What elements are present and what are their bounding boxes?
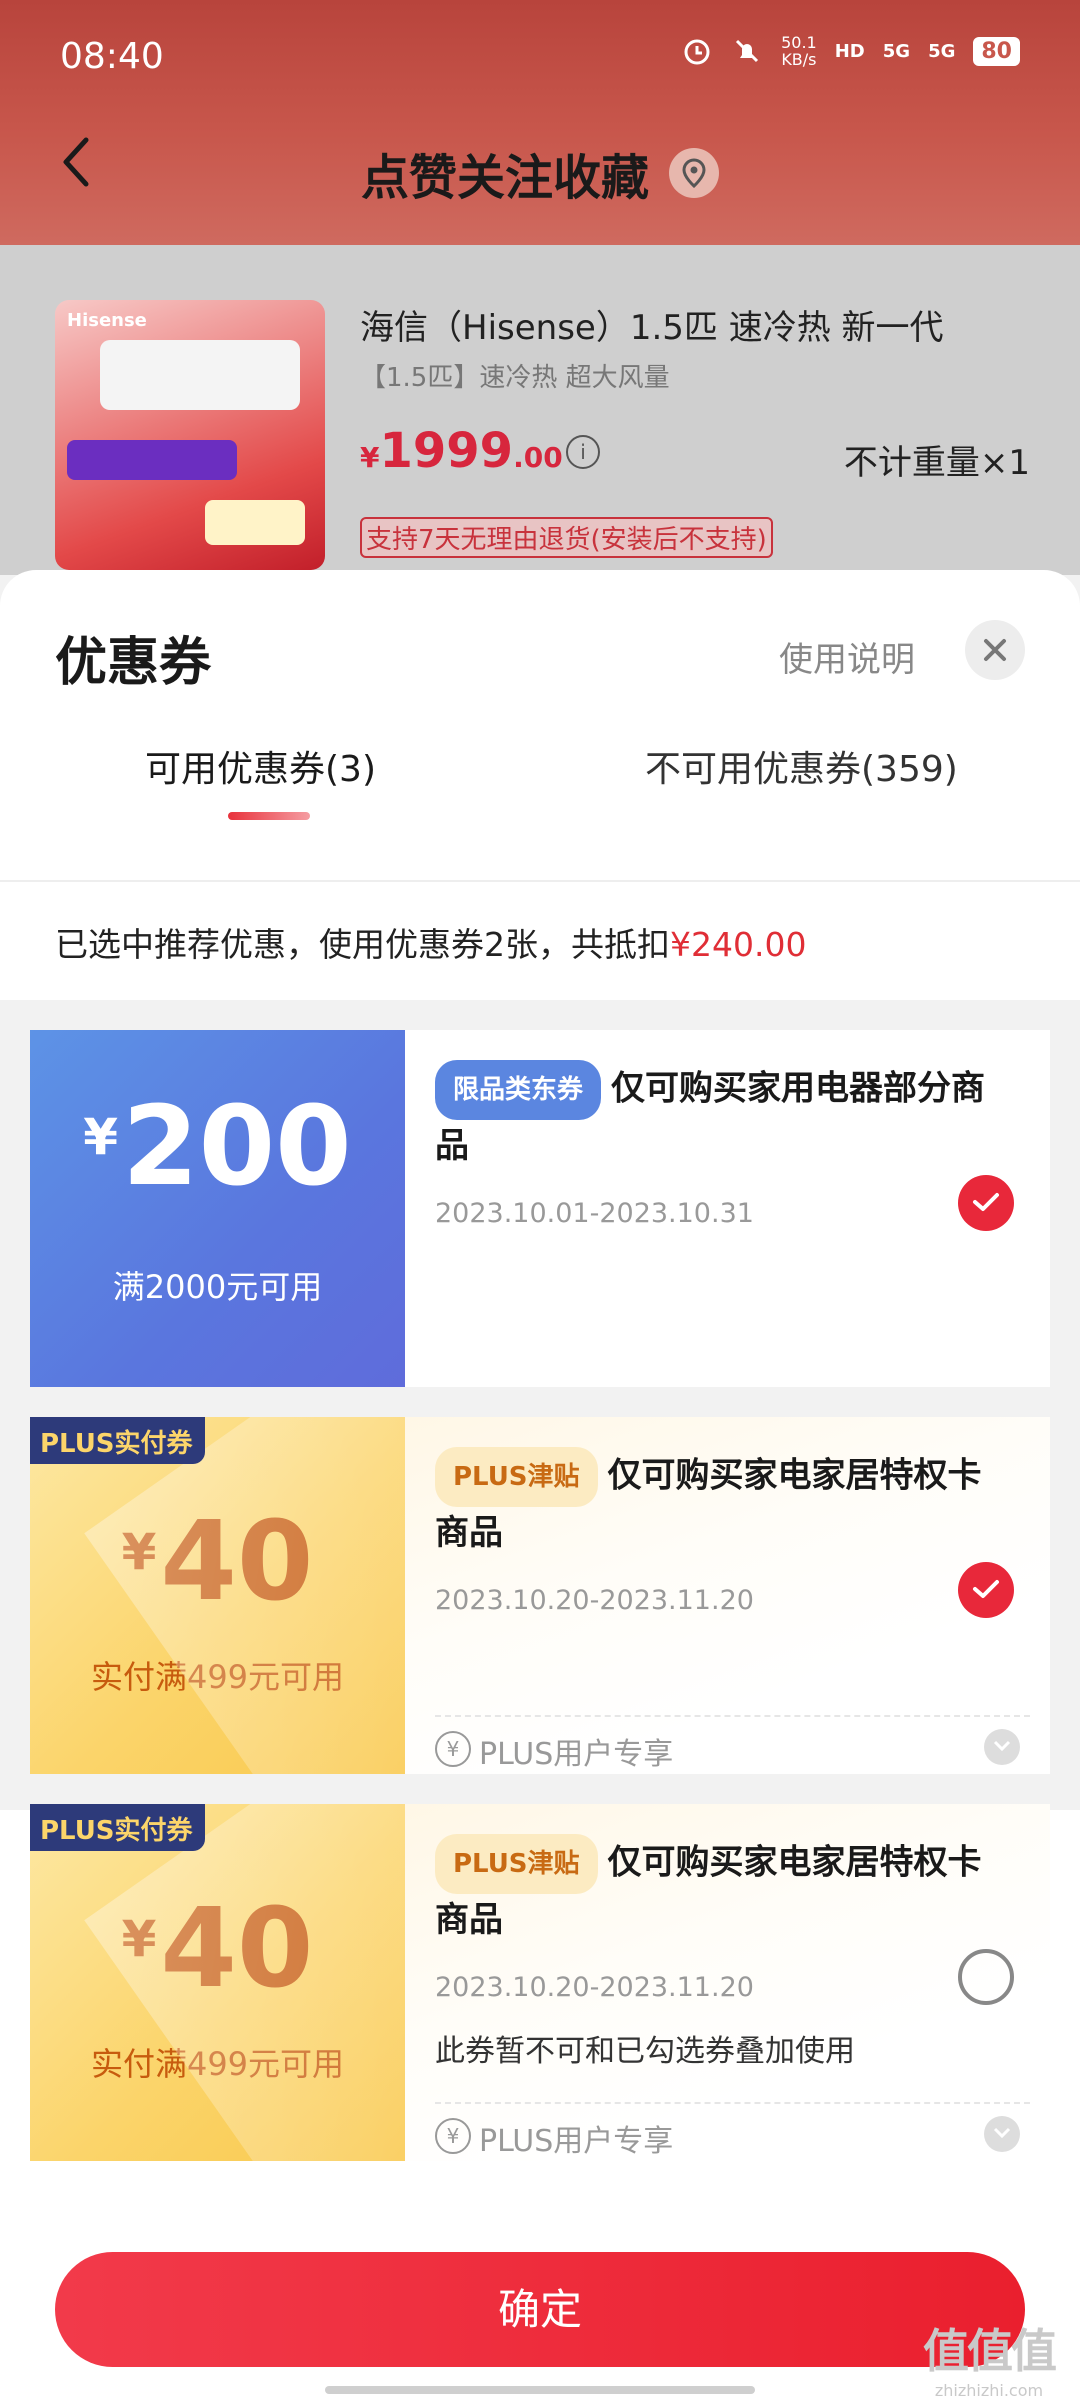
coupon-condition: 实付满499元可用 — [90, 1658, 345, 1696]
mute-bell-icon — [731, 35, 763, 67]
coupon-value-panel: PLUS实付券 ¥40 实付满499元可用 — [30, 1804, 405, 2161]
battery-indicator: 80 — [973, 36, 1020, 66]
selection-summary: 已选中推荐优惠，使用优惠券2张，共抵扣¥240.00 — [55, 925, 807, 964]
coupon-checkbox-checked[interactable] — [958, 1175, 1014, 1231]
product-weight: 不计重量×1 — [843, 443, 1030, 483]
coupon-tabs: 可用优惠券(3) 不可用优惠券(359) — [0, 740, 1080, 850]
product-name: 海信（Hisense）1.5匹 速冷热 新一代 — [360, 308, 944, 348]
confirm-button[interactable]: 确定 — [55, 2252, 1025, 2367]
coupon-amount: ¥40 — [121, 1884, 314, 2012]
coupon-condition: 满2000元可用 — [112, 1268, 323, 1306]
product-image: Hisense — [55, 300, 325, 570]
nav-title-bar: 点赞关注收藏 — [0, 138, 1080, 208]
page-title: 点赞关注收藏 — [360, 150, 649, 206]
coupon-validity: 2023.10.20-2023.11.20 — [435, 1972, 754, 2003]
yen-circle-icon: ¥ — [435, 1731, 471, 1767]
coupon-details: PLUS津贴 仅可购买家电家居特权卡商品 2023.10.20-2023.11.2… — [405, 1417, 1050, 1774]
usage-instructions-link[interactable]: 使用说明 — [779, 632, 915, 681]
coupon-value-panel: ¥200 满2000元可用 — [30, 1030, 405, 1387]
coupon-footer[interactable]: ¥ PLUS用户专享 — [435, 1715, 1030, 1772]
coupon-amount: ¥200 — [83, 1082, 352, 1210]
coupon-title: PLUS津贴 仅可购买家电家居特权卡商品 — [435, 1834, 995, 1946]
plus-coupon-label: PLUS实付券 — [30, 1417, 205, 1464]
coupon-card[interactable]: PLUS实付券 ¥40 实付满499元可用 PLUS津贴 仅可购买家电家居特权卡商… — [30, 1417, 1050, 1774]
close-button[interactable] — [965, 620, 1025, 680]
tab-divider — [0, 880, 1080, 882]
coupon-badge: PLUS津贴 — [435, 1834, 598, 1894]
tab-unavailable[interactable]: 不可用优惠券(359) — [645, 740, 958, 792]
coupon-card[interactable]: ¥200 满2000元可用 限品类东券 仅可购买家用电器部分商品 2023.10.… — [30, 1030, 1050, 1387]
coupon-card[interactable]: PLUS实付券 ¥40 实付满499元可用 PLUS津贴 仅可购买家电家居特权卡商… — [30, 1804, 1050, 2161]
coupon-validity: 2023.10.01-2023.10.31 — [435, 1198, 754, 1229]
signal-5g-1: 5G — [882, 40, 911, 62]
location-pin-icon[interactable] — [669, 148, 719, 198]
coupon-badge: PLUS津贴 — [435, 1447, 598, 1507]
coupon-footer[interactable]: ¥ PLUS用户专享 — [435, 2102, 1030, 2159]
status-bar: 08:40 50.1 KB/s HD 5G 5G 80 — [0, 0, 1080, 110]
info-icon[interactable]: i — [566, 435, 600, 469]
alarm-icon — [681, 35, 713, 67]
home-indicator[interactable] — [325, 2386, 755, 2394]
coupon-value-panel: PLUS实付券 ¥40 实付满499元可用 — [30, 1417, 405, 1774]
product-image-brand: Hisense — [67, 310, 147, 331]
tab-available[interactable]: 可用优惠券(3) — [145, 740, 376, 792]
status-icons: 50.1 KB/s HD 5G 5G 80 — [681, 34, 1020, 68]
coupon-conflict-note: 此券暂不可和已勾选券叠加使用 — [435, 2034, 855, 2069]
coupon-sheet: 优惠券 使用说明 可用优惠券(3) 不可用优惠券(359) 已选中推荐优惠，使用… — [0, 570, 1080, 2400]
coupon-condition: 实付满499元可用 — [90, 2045, 345, 2083]
coupon-badge: 限品类东券 — [435, 1060, 602, 1120]
coupon-list: ¥200 满2000元可用 限品类东券 仅可购买家用电器部分商品 2023.10.… — [0, 1000, 1080, 2161]
checkmark-icon — [973, 1193, 999, 1211]
return-policy-tag: 支持7天无理由退货(安装后不支持) — [360, 517, 773, 558]
coupon-footer-text: PLUS用户专享 — [479, 2124, 674, 2159]
active-tab-underline — [228, 812, 310, 820]
product-card[interactable]: Hisense 海信（Hisense）1.5匹 速冷热 新一代 【1.5匹】速冷… — [0, 245, 1080, 575]
sheet-title: 优惠券 — [55, 633, 212, 693]
coupon-footer-text: PLUS用户专享 — [479, 1737, 674, 1772]
coupon-details: PLUS津贴 仅可购买家电家居特权卡商品 2023.10.20-2023.11.2… — [405, 1804, 1050, 2161]
coupon-title: 限品类东券 仅可购买家用电器部分商品 — [435, 1060, 995, 1172]
coupon-validity: 2023.10.20-2023.11.20 — [435, 1585, 754, 1616]
product-spec: 【1.5匹】速冷热 超大风量 — [360, 363, 670, 393]
status-time: 08:40 — [60, 36, 164, 77]
close-icon — [984, 639, 1006, 661]
coupon-checkbox-checked[interactable] — [958, 1562, 1014, 1618]
watermark: 值值值 zhizhizhi.com — [923, 2324, 1057, 2400]
discount-amount: ¥240.00 — [670, 925, 807, 964]
product-price: ¥1999.00 — [360, 423, 563, 479]
plus-coupon-label: PLUS实付券 — [30, 1804, 205, 1851]
chevron-down-icon[interactable] — [984, 2116, 1020, 2152]
signal-5g-2: 5G — [928, 40, 956, 62]
chevron-down-icon[interactable] — [984, 1729, 1020, 1765]
coupon-amount: ¥40 — [121, 1497, 314, 1625]
hd-indicator: HD — [834, 40, 865, 62]
coupon-title: PLUS津贴 仅可购买家电家居特权卡商品 — [435, 1447, 995, 1559]
network-speed: 50.1 KB/s — [781, 33, 817, 69]
yen-circle-icon: ¥ — [435, 2118, 471, 2154]
coupon-checkbox-unchecked[interactable] — [958, 1949, 1014, 2005]
coupon-details: 限品类东券 仅可购买家用电器部分商品 2023.10.01-2023.10.31 — [405, 1030, 1050, 1387]
checkmark-icon — [973, 1580, 999, 1598]
